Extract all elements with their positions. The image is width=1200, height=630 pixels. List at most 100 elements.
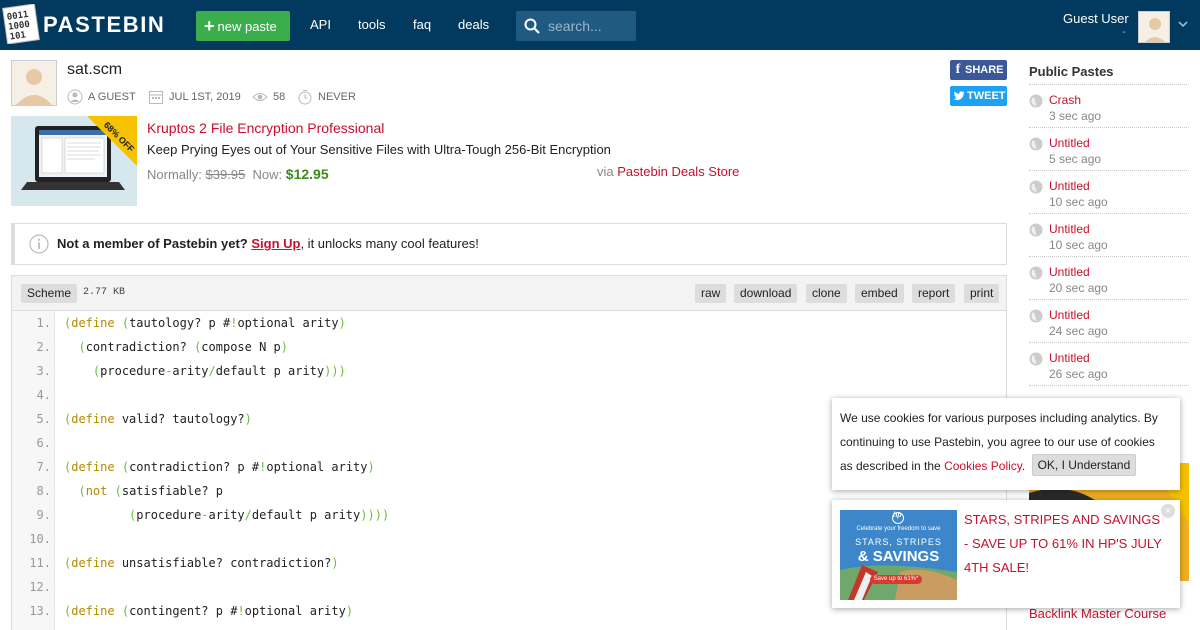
code-line: 5. (define valid? tautology?) (12, 407, 252, 431)
signup-notice-text: Not a member of Pastebin yet? Sign Up, i… (57, 236, 479, 251)
line-number: 11. (29, 556, 51, 570)
signup-link[interactable]: Sign Up (251, 236, 300, 251)
facebook-share-button[interactable]: f SHARE (950, 60, 1007, 80)
pastebin-logo-icon[interactable]: 0011 1000 101 (2, 3, 40, 45)
code-text: (define (contingent? p #!optional arity) (64, 604, 354, 618)
divider (1029, 299, 1189, 300)
deal-description: Keep Prying Eyes out of Your Sensitive F… (147, 142, 611, 157)
promo-ad-popup[interactable]: hp Celebrate your freedom to save STARS,… (832, 500, 1180, 608)
plus-icon: + (204, 16, 215, 36)
new-paste-button[interactable]: + new paste (196, 11, 290, 41)
globe-icon (1029, 180, 1043, 194)
public-paste-title[interactable]: Untitled (1049, 265, 1090, 279)
globe-icon (1029, 94, 1043, 108)
cookies-policy-link[interactable]: Cookies Policy (944, 459, 1022, 473)
promo-image-tagline: Celebrate your freedom to save (856, 526, 941, 532)
code-text: (define valid? tautology?) (64, 412, 252, 426)
public-paste-title[interactable]: Untitled (1049, 179, 1090, 193)
code-line: 13. (define (contingent? p #!optional ari… (12, 599, 353, 623)
paste-title: sat.scm (67, 61, 123, 78)
globe-icon (1029, 309, 1043, 323)
nav-tools-link[interactable]: tools (358, 17, 385, 32)
deal-via: via Pastebin Deals Store (597, 164, 739, 179)
code-text: (not (satisfiable? p (78, 484, 223, 498)
divider (1029, 385, 1189, 386)
public-paste-title[interactable]: Crash (1049, 93, 1081, 107)
paste-author: A GUEST (67, 88, 136, 106)
user-avatar[interactable] (1138, 11, 1170, 43)
nav-faq-link[interactable]: faq (413, 17, 431, 32)
cookie-consent-banner: We use cookies for various purposes incl… (832, 398, 1180, 490)
paste-date-label: JUL 1ST, 2019 (169, 91, 241, 103)
globe-icon (1029, 352, 1043, 366)
public-paste-age: 10 sec ago (1049, 195, 1108, 209)
promo-image-headline-2: & SAVINGS (857, 548, 940, 565)
code-text: (contradiction? (compose N p) (78, 340, 289, 354)
paste-views-label: 58 (273, 91, 286, 103)
line-number: 4. (36, 388, 51, 402)
nav-deals-link[interactable]: deals (458, 17, 489, 32)
paste-date: JUL 1ST, 2019 (148, 88, 241, 106)
public-paste-age: 5 sec ago (1049, 152, 1102, 166)
pastebin-wordmark[interactable]: PASTEBIN (43, 12, 165, 38)
info-icon (29, 234, 49, 254)
line-number: 13. (29, 604, 51, 618)
divider (1029, 342, 1189, 343)
user-subtitle: - (1122, 26, 1126, 38)
code-text: (define (contradiction? p #!optional ari… (64, 460, 375, 474)
code-line: 12. (12, 575, 55, 599)
public-paste-title[interactable]: Untitled (1049, 222, 1090, 236)
paste-author-avatar (11, 60, 57, 106)
public-paste-age: 24 sec ago (1049, 324, 1108, 338)
nav-api-link[interactable]: API (310, 17, 331, 32)
calendar-icon (149, 91, 163, 104)
close-icon[interactable]: × (1161, 504, 1175, 518)
public-paste-age: 10 sec ago (1049, 238, 1108, 252)
embed-button[interactable]: embed (855, 284, 904, 303)
public-paste-title[interactable]: Untitled (1049, 308, 1090, 322)
backlink-course-link[interactable]: Backlink Master Course (1029, 606, 1166, 621)
public-paste-age: 26 sec ago (1049, 367, 1108, 381)
clone-button[interactable]: clone (806, 284, 847, 303)
cookie-consent-text: We use cookies for various purposes incl… (840, 406, 1170, 478)
report-button[interactable]: report (912, 284, 956, 303)
deal-product-image[interactable]: 68% OFF (11, 116, 137, 206)
line-number: 12. (29, 580, 51, 594)
divider (1029, 256, 1189, 257)
search-icon (524, 18, 540, 34)
signup-notice: Not a member of Pastebin yet? Sign Up, i… (11, 223, 1007, 265)
twitter-tweet-button[interactable]: TWEET (950, 86, 1007, 106)
globe-icon (1029, 266, 1043, 280)
new-paste-label: new paste (217, 19, 277, 34)
syntax-language-button[interactable]: Scheme (21, 284, 78, 303)
promo-image-pill: Save up to 61%* (873, 576, 919, 582)
public-paste-title[interactable]: Untitled (1049, 136, 1090, 150)
search-box[interactable] (516, 11, 636, 41)
paste-size: 2.77 KB (83, 287, 126, 298)
code-line: 2. (contradiction? (compose N p) (12, 335, 288, 359)
raw-button[interactable]: raw (695, 284, 727, 303)
search-input[interactable] (548, 17, 628, 35)
line-number: 2. (36, 340, 51, 354)
chevron-down-icon[interactable] (1177, 18, 1189, 30)
paste-author-label: A GUEST (88, 91, 136, 103)
promo-ad-image[interactable]: hp Celebrate your freedom to save STARS,… (840, 510, 957, 600)
share-label: SHARE (965, 64, 1004, 76)
user-name[interactable]: Guest User (1063, 11, 1129, 26)
deal-title-link[interactable]: Kruptos 2 File Encryption Professional (147, 120, 384, 136)
divider (1029, 127, 1189, 128)
signup-notice-rest: , it unlocks many cool features! (300, 236, 479, 251)
print-button[interactable]: print (964, 284, 1000, 303)
code-line: 11. (define unsatisfiable? contradiction?… (12, 551, 338, 575)
code-line: 9. (procedure-arity/default p arity)))) (12, 503, 390, 527)
facebook-icon: f (955, 62, 961, 77)
cookie-accept-button[interactable]: OK, I Understand (1031, 454, 1137, 476)
code-line: 3. (procedure-arity/default p arity))) (12, 359, 346, 383)
download-button[interactable]: download (734, 284, 798, 303)
public-paste-title[interactable]: Untitled (1049, 351, 1090, 365)
code-text: (procedure-arity/default p arity)))) (129, 508, 390, 522)
promo-image-headline-1: STARS, STRIPES (855, 537, 942, 547)
deal-store-link[interactable]: Pastebin Deals Store (617, 164, 739, 179)
promo-ad-text[interactable]: STARS, STRIPES AND SAVINGS - SAVE UP TO … (964, 508, 1164, 580)
globe-icon (1029, 137, 1043, 151)
